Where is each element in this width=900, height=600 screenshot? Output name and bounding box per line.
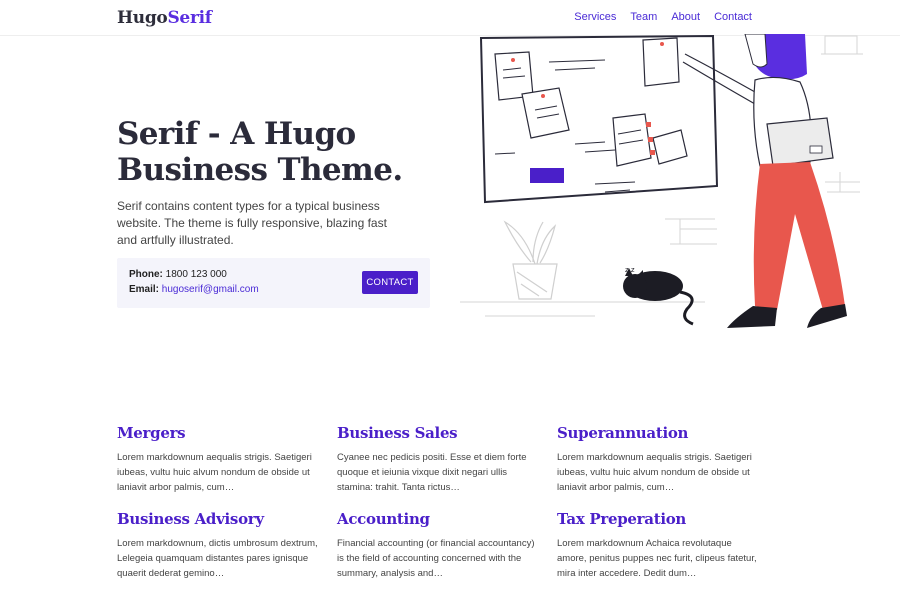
contact-button[interactable]: CONTACT bbox=[362, 271, 418, 294]
service-title[interactable]: Tax Preperation bbox=[557, 510, 777, 528]
logo-text-serif: Serif bbox=[167, 8, 212, 28]
service-title[interactable]: Business Sales bbox=[337, 424, 557, 442]
services-grid: Mergers Lorem markdownum aequalis strigi… bbox=[117, 424, 797, 581]
email-label: Email: bbox=[129, 284, 160, 295]
hero-title: Serif - A Hugo Business Theme. bbox=[117, 116, 447, 188]
service-description: Financial accounting (or financial accou… bbox=[337, 538, 535, 579]
service-card: Superannuation Lorem markdownum aequalis… bbox=[557, 424, 777, 495]
nav-link-team[interactable]: Team bbox=[630, 11, 657, 23]
service-description: Lorem markdownum aequalis strigis. Saeti… bbox=[117, 452, 312, 493]
plant-pot bbox=[503, 220, 558, 300]
service-card: Accounting Financial accounting (or fina… bbox=[337, 510, 557, 581]
phone-label: Phone: bbox=[129, 269, 163, 280]
nav-link-contact[interactable]: Contact bbox=[714, 11, 752, 23]
service-card: Business Sales Cyanee nec pedicis positi… bbox=[337, 424, 557, 495]
service-description: Lorem markdownum, dictis umbrosum dextru… bbox=[117, 538, 318, 579]
phone-line: Phone: 1800 123 000 bbox=[129, 269, 227, 280]
service-title[interactable]: Business Advisory bbox=[117, 510, 337, 528]
email-line: Email: hugoserif@gmail.com bbox=[129, 284, 259, 295]
service-title[interactable]: Superannuation bbox=[557, 424, 777, 442]
hero-title-line1: Serif - A Hugo bbox=[117, 116, 356, 152]
contact-info-box: Phone: 1800 123 000 Email: hugoserif@gma… bbox=[117, 258, 430, 308]
logo-text-hugo: Hugo bbox=[117, 8, 168, 28]
hero-title-line2: Business Theme. bbox=[117, 152, 403, 188]
service-description: Lorem markdownum Achaica revolutaque amo… bbox=[557, 538, 757, 579]
email-link[interactable]: hugoserif@gmail.com bbox=[162, 284, 259, 295]
service-title[interactable]: Mergers bbox=[117, 424, 337, 442]
phone-number: 1800 123 000 bbox=[165, 269, 227, 280]
nav-link-services[interactable]: Services bbox=[574, 11, 616, 23]
hero-illustration: z z bbox=[460, 34, 863, 328]
service-title[interactable]: Accounting bbox=[337, 510, 557, 528]
service-card: Mergers Lorem markdownum aequalis strigi… bbox=[117, 424, 337, 495]
svg-text:z z: z z bbox=[625, 266, 635, 274]
whiteboard bbox=[479, 34, 719, 204]
sleeping-cat: z z bbox=[623, 266, 694, 326]
service-card: Business Advisory Lorem markdownum, dict… bbox=[117, 510, 337, 581]
service-description: Cyanee nec pedicis positi. Esse et diem … bbox=[337, 452, 527, 493]
site-logo[interactable]: HugoSerif bbox=[117, 8, 212, 28]
service-description: Lorem markdownum aequalis strigis. Saeti… bbox=[557, 452, 752, 493]
nav-link-about[interactable]: About bbox=[671, 11, 700, 23]
hero-description: Serif contains content types for a typic… bbox=[117, 199, 387, 247]
service-card: Tax Preperation Lorem markdownum Achaica… bbox=[557, 510, 777, 581]
main-nav: Services Team About Contact bbox=[574, 11, 752, 23]
site-header: HugoSerif Services Team About Contact bbox=[0, 0, 900, 36]
